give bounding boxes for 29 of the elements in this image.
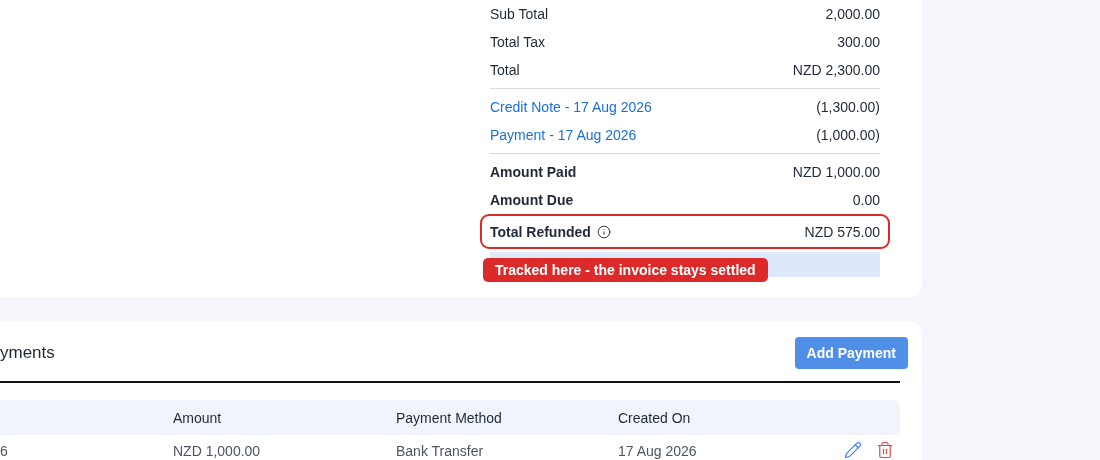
summary-link[interactable]: Payment - 17 Aug 2026 <box>490 127 637 143</box>
summary-label: Amount Paid <box>490 164 577 180</box>
table-cell-text: Bank Transfer <box>396 441 485 459</box>
column-header: Amount <box>173 409 223 426</box>
summary-value: NZD 1,000.00 <box>792 164 880 180</box>
section-heading: yments <box>0 343 55 363</box>
summary-value: 0.00 <box>852 192 880 208</box>
summary-value: (1,300.00) <box>816 99 880 115</box>
summary-value: 300.00 <box>837 34 880 50</box>
edit-icon[interactable] <box>844 441 862 459</box>
summary-label: Amount Due <box>490 192 574 208</box>
info-icon[interactable] <box>596 224 611 239</box>
summary-label: Total <box>490 62 520 78</box>
table-cell-text: 6 <box>0 441 9 459</box>
summary-value: (1,000.00) <box>816 127 880 143</box>
callout-label: Tracked here - the invoice stays settled <box>483 258 768 282</box>
column-header: Payment Method <box>396 409 503 426</box>
summary-label: Total Refunded <box>490 223 591 240</box>
summary-link[interactable]: Credit Note - 17 Aug 2026 <box>490 99 652 115</box>
table-cell-text: NZD 1,000.00 <box>173 441 262 459</box>
table-cell-text: 17 Aug 2026 <box>618 441 698 459</box>
summary-label: Sub Total <box>490 6 549 22</box>
delete-icon[interactable] <box>876 441 894 459</box>
add-payment-button[interactable]: Add Payment <box>794 337 908 369</box>
summary-label: Total Tax <box>490 34 545 50</box>
summary-value: NZD 575.00 <box>804 223 880 240</box>
summary-value: NZD 2,300.00 <box>792 62 880 78</box>
column-header: Created On <box>618 409 692 426</box>
summary-value: 2,000.00 <box>825 6 880 22</box>
